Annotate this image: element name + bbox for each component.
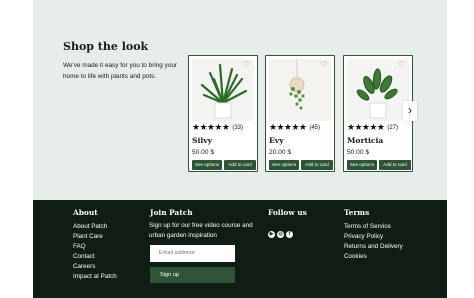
social-links: ▶ ◎ f (268, 222, 295, 240)
product-card-silvy[interactable]: ♡ ★★★★★ (33) Silvy 50.00 $ See options Ad… (188, 55, 258, 172)
footer-link-impact[interactable]: Impact at Patch (73, 272, 117, 282)
section-description: We've made it easy for you to bring your… (63, 62, 178, 80)
heart-icon[interactable]: ♡ (320, 61, 327, 69)
join-title: Join Patch (150, 208, 193, 217)
terms-links: Terms of Service Privacy Policy Returns … (344, 222, 403, 262)
product-name[interactable]: Morticia (347, 136, 383, 145)
product-card-evy[interactable]: ♡ ★★★★★ (45) Evy 20.00 $ See options Add … (265, 55, 335, 172)
rating: ★★★★★ (27) (347, 122, 398, 133)
product-image: ♡ (192, 59, 254, 121)
see-options-button[interactable]: See options (192, 160, 222, 170)
product-name[interactable]: Evy (269, 136, 284, 145)
heart-icon[interactable]: ♡ (243, 61, 250, 69)
rating: ★★★★★ (45) (269, 122, 320, 133)
rating: ★★★★★ (33) (192, 122, 243, 133)
star-rating-icon: ★★★★★ (269, 122, 307, 132)
page-frame: Shop the look We've made it easy for you… (33, 0, 447, 298)
add-to-cart-button[interactable]: Add to card (301, 160, 333, 170)
footer-link-terms-of-service[interactable]: Terms of Service (344, 222, 403, 232)
review-count: (45) (309, 125, 321, 131)
footer-link-cookies[interactable]: Cookies (344, 252, 403, 262)
heart-icon[interactable]: ♡ (398, 61, 405, 69)
review-count: (33) (232, 125, 244, 131)
see-options-button[interactable]: See options (347, 160, 377, 170)
footer-link-contact[interactable]: Contact (73, 252, 117, 262)
product-name[interactable]: Silvy (192, 136, 212, 145)
star-rating-icon: ★★★★★ (192, 122, 230, 132)
about-title: About (73, 208, 98, 217)
footer-link-returns-delivery[interactable]: Returns and Delivery (344, 242, 403, 252)
footer-link-plant-care[interactable]: Plant Care (73, 232, 117, 242)
instagram-icon[interactable]: ◎ (277, 231, 284, 238)
product-image: ♡ (347, 59, 409, 121)
footer-link-about-patch[interactable]: About Patch (73, 222, 117, 232)
email-input[interactable] (150, 245, 235, 262)
about-links: About Patch Plant Care FAQ Contact Caree… (73, 222, 117, 282)
terms-title: Terms (344, 208, 370, 217)
facebook-icon[interactable]: f (286, 231, 293, 238)
section-title: Shop the look (63, 40, 149, 53)
product-price: 20.00 $ (269, 149, 291, 156)
product-price: 50.00 $ (192, 149, 214, 156)
carousel-next-chevron-icon[interactable]: › (403, 101, 417, 121)
star-rating-icon: ★★★★★ (347, 122, 385, 132)
add-to-cart-button[interactable]: Add to card (379, 160, 411, 170)
follow-title: Follow us (268, 208, 307, 217)
footer-link-privacy-policy[interactable]: Privacy Policy (344, 232, 403, 242)
product-price: 50.00 $ (347, 149, 369, 156)
footer-link-faq[interactable]: FAQ (73, 242, 117, 252)
add-to-cart-button[interactable]: Add to card (224, 160, 256, 170)
sign-up-button[interactable]: Sign up (150, 267, 235, 283)
youtube-icon[interactable]: ▶ (268, 231, 275, 238)
product-image: ♡ (269, 59, 331, 121)
shop-the-look-section: Shop the look We've made it easy for you… (33, 0, 447, 200)
see-options-button[interactable]: See options (269, 160, 299, 170)
review-count: (27) (387, 125, 399, 131)
site-footer: About About Patch Plant Care FAQ Contact… (33, 200, 447, 298)
footer-link-careers[interactable]: Careers (73, 262, 117, 272)
join-description: Sign up for our free video course and ur… (149, 222, 253, 239)
